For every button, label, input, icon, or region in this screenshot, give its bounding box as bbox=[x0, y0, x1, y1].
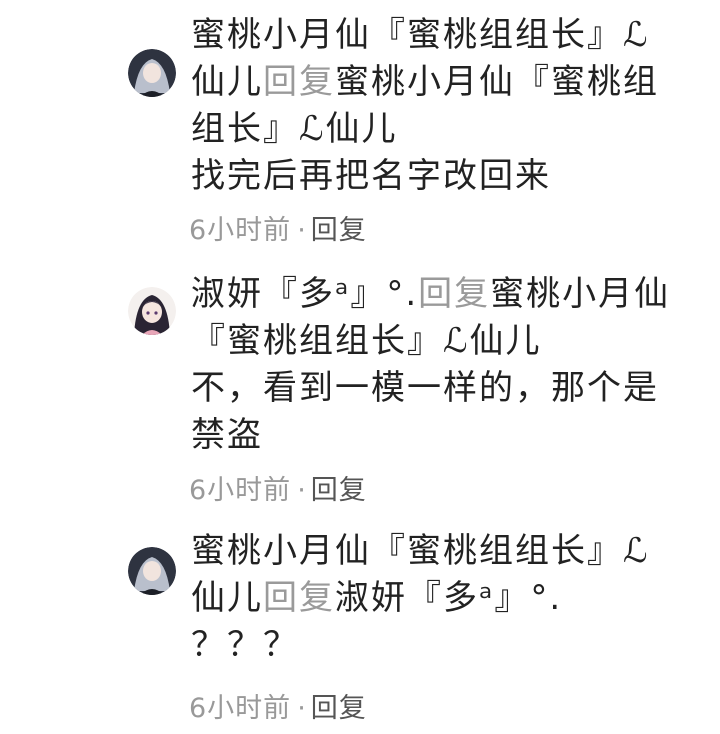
separator-dot: · bbox=[297, 475, 307, 506]
avatar[interactable] bbox=[128, 287, 176, 335]
comment-text: ？？？ bbox=[191, 625, 299, 665]
comment-meta: 6小时前 · 回复 bbox=[189, 692, 367, 726]
comment-header: 淑妍『多ᵃ』°.回复蜜桃小月仙『蜜桃组组长』ℒ仙儿 bbox=[191, 271, 671, 365]
comment-text: 不，看到一模一样的，那个是禁盗 bbox=[191, 368, 659, 455]
separator-dot: · bbox=[297, 693, 307, 724]
reply-target-name[interactable]: 淑妍『多ᵃ』°. bbox=[335, 578, 562, 618]
reply-label: 回复 bbox=[263, 578, 335, 618]
timestamp: 6小时前 bbox=[189, 693, 292, 724]
comment-header: 蜜桃小月仙『蜜桃组组长』ℒ仙儿回复淑妍『多ᵃ』°. bbox=[191, 528, 671, 622]
reply-button[interactable]: 回复 bbox=[311, 693, 367, 724]
author-name[interactable]: 淑妍『多ᵃ』°. bbox=[191, 274, 418, 314]
avatar-anime-silver-hair-icon bbox=[128, 49, 176, 97]
comment-meta: 6小时前 · 回复 bbox=[189, 474, 367, 508]
reply-label: 回复 bbox=[263, 62, 335, 102]
reply-button[interactable]: 回复 bbox=[311, 215, 367, 246]
timestamp: 6小时前 bbox=[189, 475, 292, 506]
avatar-anime-silver-hair-icon bbox=[128, 547, 176, 595]
avatar[interactable] bbox=[128, 547, 176, 595]
separator-dot: · bbox=[297, 215, 307, 246]
reply-button[interactable]: 回复 bbox=[311, 475, 367, 506]
comment-text: 找完后再把名字改回来 bbox=[191, 156, 551, 196]
comment-header: 蜜桃小月仙『蜜桃组组长』ℒ仙儿回复蜜桃小月仙『蜜桃组组长』ℒ仙儿 bbox=[191, 12, 671, 153]
timestamp: 6小时前 bbox=[189, 215, 292, 246]
avatar-anime-dark-hair-girl-icon bbox=[128, 287, 176, 335]
comment-meta: 6小时前 · 回复 bbox=[189, 214, 367, 248]
reply-label: 回复 bbox=[418, 274, 491, 314]
avatar[interactable] bbox=[128, 49, 176, 97]
